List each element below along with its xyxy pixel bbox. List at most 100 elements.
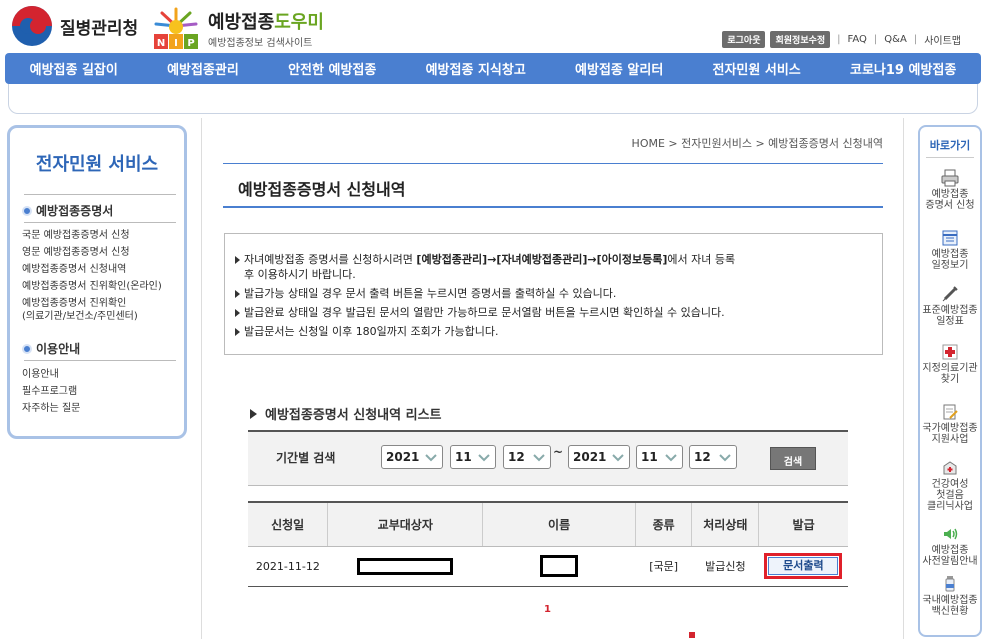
sidebar-item-programs[interactable]: 필수프로그램 bbox=[22, 383, 80, 400]
to-day-value: 12 bbox=[694, 450, 711, 464]
search-button[interactable]: 검색 bbox=[770, 447, 816, 470]
printer-icon bbox=[941, 169, 959, 187]
notice-text: 발급가능 상태일 경우 문서 출력 버튼을 누르시면 증명서를 출력하실 수 있… bbox=[244, 287, 617, 300]
divider bbox=[24, 360, 176, 361]
kdca-logo[interactable]: 질병관리청 bbox=[12, 6, 138, 46]
gnb-item-eservice[interactable]: 전자민원 서비스 bbox=[713, 59, 801, 78]
from-year-value: 2021 bbox=[386, 450, 420, 464]
sidebar-section-usage-items: 이용안내 필수프로그램 자주하는 질문 bbox=[22, 366, 80, 417]
pagination-current[interactable]: 1 bbox=[544, 604, 551, 615]
col-header-recipient: 교부대상자 bbox=[327, 501, 483, 547]
content-right-border bbox=[903, 118, 904, 639]
from-day-select[interactable]: 12 bbox=[503, 445, 551, 469]
sidebar-item-verify-institution-b: (의료기관/보건소/주민센터) bbox=[22, 311, 138, 322]
sidebar-item-usage[interactable]: 이용안내 bbox=[22, 366, 80, 383]
quick-item-standard-schedule[interactable]: 표준예방접종 일정표 bbox=[920, 285, 980, 327]
sitemap-link[interactable]: 사이트맵 bbox=[924, 32, 961, 47]
sidebar-section-label: 예방접종증명서 bbox=[36, 204, 114, 218]
quick-item-l1: 건강여성 bbox=[931, 479, 969, 490]
notice-box: 자녀예방접종 증명서를 신청하시려면 [예방접종관리]→[자녀예방접종관리]→[… bbox=[224, 233, 883, 355]
notice-line-4: 발급문서는 신청일 이후 180일까지 조회가 가능합니다. bbox=[235, 324, 882, 339]
list-title-text: 예방접종증명서 신청내역 리스트 bbox=[265, 408, 442, 423]
bullet-icon bbox=[22, 343, 32, 354]
left-sidebar: 전자민원 서비스 예방접종증명서 국문 예방접종증명서 신청 영문 예방접종증명… bbox=[7, 125, 187, 439]
range-tilde: ~ bbox=[553, 445, 564, 459]
from-month-select[interactable]: 11 bbox=[450, 445, 496, 469]
sidebar-item-kor-apply[interactable]: 국문 예방접종증명서 신청 bbox=[22, 227, 162, 244]
highlight-box: 문서출력 bbox=[764, 553, 843, 579]
to-day-select[interactable]: 12 bbox=[689, 445, 737, 469]
gnb-item-notify[interactable]: 예방접종 알리터 bbox=[575, 59, 663, 78]
to-year-select[interactable]: 2021 bbox=[568, 445, 630, 469]
quick-item-l1: 표준예방접종 bbox=[922, 305, 978, 316]
cell-type: [국문] bbox=[635, 546, 692, 587]
sidebar-item-eng-apply[interactable]: 영문 예방접종증명서 신청 bbox=[22, 244, 162, 261]
sidebar-item-verify-online[interactable]: 예방접종증명서 진위확인(온라인) bbox=[22, 278, 162, 295]
search-label: 기간별 검색 bbox=[276, 451, 336, 465]
to-month-select[interactable]: 11 bbox=[636, 445, 683, 469]
chevron-down-icon bbox=[478, 454, 490, 462]
redaction-box bbox=[540, 555, 579, 577]
notice-text-c: 에서 자녀 등록 bbox=[667, 253, 736, 266]
quick-item-l2: 첫걸음 bbox=[936, 490, 964, 501]
top-links: 로그아웃 회원정보수정 | FAQ | Q&A | 사이트맵 bbox=[717, 31, 961, 48]
gnb-item-knowledge[interactable]: 예방접종 지식창고 bbox=[426, 59, 526, 78]
col-header-status: 처리상태 bbox=[691, 501, 759, 547]
quick-item-hospital-search[interactable]: 지정의료기관 찾기 bbox=[920, 343, 980, 385]
cell-action: 문서출력 bbox=[758, 546, 848, 587]
nip-title-b: 도우미 bbox=[274, 12, 324, 33]
quick-item-advance-notice[interactable]: 예방접종 사전알림안내 bbox=[920, 525, 980, 567]
first-aid-box-icon bbox=[943, 461, 957, 475]
sidebar-section-certificate[interactable]: 예방접종증명서 bbox=[22, 202, 113, 219]
sidebar-item-verify-institution[interactable]: 예방접종증명서 진위확인 (의료기관/보건소/주민센터) bbox=[22, 295, 162, 325]
quick-item-l3: 클리닉사업 bbox=[927, 501, 973, 512]
sidebar-item-faq[interactable]: 자주하는 질문 bbox=[22, 400, 80, 417]
sidebar-item-history[interactable]: 예방접종증명서 신청내역 bbox=[22, 261, 162, 278]
divider bbox=[926, 157, 974, 158]
triangle-bullet-icon bbox=[235, 290, 240, 298]
gnb-item-guide[interactable]: 예방접종 길잡이 bbox=[30, 59, 118, 78]
page-root: 질병관리청 N I P 예방접종도우미 예방접종정보 검색사이트 로그아웃 회원… bbox=[0, 0, 989, 639]
quick-item-l1: 국가예방접종 bbox=[922, 423, 978, 434]
quick-item-l1: 국내예방접종 bbox=[922, 595, 978, 606]
gnb-subbar bbox=[8, 82, 978, 114]
gnb-item-covid[interactable]: 코로나19 예방접종 bbox=[850, 59, 956, 78]
gnb-item-manage[interactable]: 예방접종관리 bbox=[167, 59, 239, 78]
chevron-down-icon bbox=[533, 454, 545, 462]
history-table: 신청일 교부대상자 이름 종류 처리상태 발급 2021-11-12 [국문] … bbox=[248, 501, 848, 587]
from-year-select[interactable]: 2021 bbox=[381, 445, 443, 469]
sidebar-section-label: 이용안내 bbox=[36, 342, 81, 356]
breadcrumb: HOME > 전자민원서비스 > 예방접종증명서 신청내역 bbox=[631, 137, 883, 150]
medical-cross-icon bbox=[942, 344, 958, 360]
quick-item-vaccine-status[interactable]: 국내예방접종 백신현황 bbox=[920, 575, 980, 617]
triangle-bullet-icon bbox=[235, 309, 240, 317]
divider bbox=[24, 194, 176, 195]
cell-date: 2021-11-12 bbox=[248, 546, 328, 587]
quick-item-cert-apply[interactable]: 예방접종 증명서 신청 bbox=[920, 169, 980, 211]
quick-item-schedule[interactable]: 예방접종 일정보기 bbox=[920, 229, 980, 271]
logout-button[interactable]: 로그아웃 bbox=[722, 31, 766, 48]
nip-letter-n: N bbox=[157, 38, 165, 49]
cell-name bbox=[482, 546, 636, 587]
faq-link[interactable]: FAQ bbox=[848, 34, 867, 45]
qa-link[interactable]: Q&A bbox=[884, 34, 907, 45]
quick-item-l2: 지원사업 bbox=[931, 434, 969, 445]
to-year-value: 2021 bbox=[573, 450, 607, 464]
quick-title: 바로가기 bbox=[929, 139, 971, 152]
quick-item-national-support[interactable]: 국가예방접종 지원사업 bbox=[920, 403, 980, 445]
nip-title: 예방접종도우미 bbox=[208, 8, 324, 34]
nip-logo[interactable]: N I P 예방접종도우미 예방접종정보 검색사이트 bbox=[150, 4, 330, 50]
quick-item-l2: 백신현황 bbox=[931, 606, 969, 617]
sidebar-section-usage[interactable]: 이용안내 bbox=[22, 340, 80, 357]
quick-item-l2: 일정보기 bbox=[931, 260, 969, 271]
from-month-value: 11 bbox=[455, 450, 472, 464]
member-edit-button[interactable]: 회원정보수정 bbox=[770, 31, 831, 48]
quick-item-l1: 예방접종 bbox=[931, 249, 969, 260]
table-header-row: 신청일 교부대상자 이름 종류 처리상태 발급 bbox=[248, 501, 848, 547]
list-title: 예방접종증명서 신청내역 리스트 bbox=[250, 404, 442, 423]
gnb-item-safe[interactable]: 안전한 예방접종 bbox=[288, 59, 376, 78]
notice-text: 자녀예방접종 증명서를 신청하시려면 [예방접종관리]→[자녀예방접종관리]→[… bbox=[244, 252, 735, 282]
print-document-button[interactable]: 문서출력 bbox=[768, 557, 839, 575]
quick-item-women-clinic[interactable]: 건강여성 첫걸음 클리닉사업 bbox=[920, 459, 980, 512]
triangle-bullet-icon bbox=[235, 256, 240, 264]
